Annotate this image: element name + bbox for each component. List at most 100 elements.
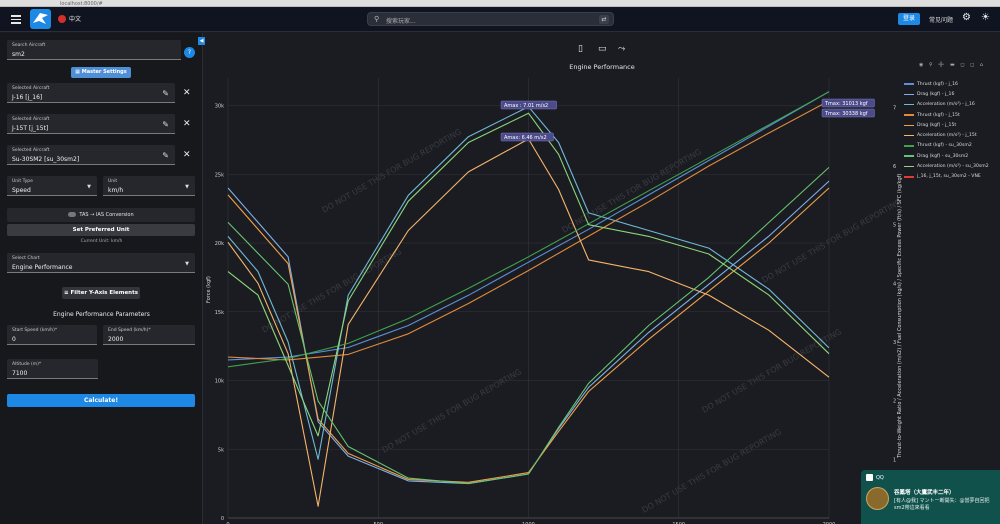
remove-aircraft-button[interactable]: ✕ [183,150,191,160]
watermark-text: DO NOT USE THIS FOR BUG REPORTING [321,127,464,214]
selected-aircraft-field[interactable]: Selected Aircraft Su-30SM2 [su_30sm2] ✎ [7,145,175,165]
y-tick-label: 30k [215,104,224,110]
qq-notification[interactable]: QQ 吞鳳塔（大鷹武丰二年） [有人@我] マントー断開失：@當夢自回把sm2帶… [861,470,1000,524]
selected-aircraft-field[interactable]: Selected Aircraft J-15T [j_15t] ✎ [7,114,175,134]
master-settings-label: Master Settings [81,69,127,75]
notification-sender: 吞鳳塔（大鷹武丰二年） [894,490,955,496]
y2-tick-label: 5 [893,223,896,229]
chart-select[interactable]: Select Chart Engine Performance ▼ [7,253,195,273]
legend-label: Thrust (kgf) - j_16 [917,81,958,87]
annotation-tmax-2: Tmax: 30338 kgf [824,111,868,117]
tas-ias-conversion-toggle[interactable]: TAS → IAS Conversion [7,208,195,222]
chevron-down-icon: ▼ [185,184,189,190]
legend-item[interactable]: Thrust (kgf) - j_15t [904,110,1000,120]
end-speed-input[interactable]: End Speed (km/h)* 2000 [103,325,195,345]
legend-label: Thrust (kgf) - su_30sm2 [917,143,972,149]
legend-item[interactable]: Drag (kgf) - j_16 [904,89,1000,99]
edit-icon[interactable]: ✎ [162,89,169,98]
legend-label: Acceleration (m/s²) - j_16 [917,102,975,108]
legend-item[interactable]: Drag (kgf) - su_30sm2 [904,151,1000,161]
filter-y-axis-button[interactable]: ≡ Filter Y-Axis Elements [62,287,140,299]
search-aircraft-label: Search Aircraft [12,43,46,48]
selected-aircraft-label: Selected Aircraft [12,117,50,122]
unit-type-label: Unit Type [12,179,33,184]
legend-swatch [904,134,914,137]
end-speed-value: 2000 [108,336,124,343]
legend-label: Thrust (kgf) - j_15t [917,112,960,118]
unit-select[interactable]: Unit km/h ▼ [103,176,195,196]
legend-item[interactable]: Acceleration (m/s²) - su_30sm2 [904,161,1000,171]
collapse-sidebar-icon[interactable]: ◀ [198,37,205,45]
edit-icon[interactable]: ✎ [162,151,169,160]
left-axis-label: Force (kgf) [206,276,212,303]
annotation-amax-j15t: Amax: 6.46 m/s2 [504,135,547,141]
selected-aircraft-label: Selected Aircraft [12,86,50,91]
y-tick-label: 10k [215,379,224,385]
current-unit-text: Current Unit: km/h [80,239,123,244]
app-logo[interactable] [30,9,51,29]
engine-performance-chart[interactable]: DO NOT USE THIS FOR BUG REPORTING DO NOT … [204,33,1000,524]
chart-select-label: Select Chart [12,256,40,261]
selected-aircraft-field[interactable]: Selected Aircraft J-16 [j_16] ✎ [7,83,175,103]
legend-label: Acceleration (m/s²) - su_30sm2 [917,164,989,170]
remove-aircraft-button[interactable]: ✕ [183,119,191,129]
chart-panel: ▯ ▭ ⤳ Engine Performance ◉ ⚲ ➕ ▬ ◻ ◻ ⌂ D… [204,33,1000,524]
selected-aircraft-value: J-16 [j_16] [12,94,43,101]
hamburger-menu-icon[interactable] [11,15,21,24]
search-icon: ⚲ [374,15,380,23]
search-filter-icon[interactable]: ⇄ [599,15,609,24]
calculate-button[interactable]: Calculate! [7,394,195,407]
legend-swatch [904,83,914,85]
y-tick-label: 25k [215,172,224,178]
language-label: 中文 [69,16,82,23]
theme-toggle-icon[interactable]: ☀ [981,12,990,23]
set-preferred-unit-button[interactable]: Set Preferred Unit [7,224,195,236]
remove-aircraft-button[interactable]: ✕ [183,88,191,98]
legend-item[interactable]: Acceleration (m/s²) - j_15t [904,130,1000,140]
chart-legend[interactable]: Thrust (kgf) - j_16 Drag (kgf) - j_16 Acce… [904,79,1000,182]
legend-item[interactable]: Acceleration (m/s²) - j_16 [904,100,1000,110]
start-speed-input[interactable]: Start Speed (km/h)* 0 [7,325,97,345]
legend-item[interactable]: Thrust (kgf) - j_16 [904,79,1000,89]
annotation-tmax-1: Tmax: 31013 kgf [824,101,868,107]
altitude-input[interactable]: Altitude (m)* 7100 [7,359,98,379]
legend-swatch [904,155,914,157]
legend-swatch [904,176,914,178]
y2-tick-label: 3 [893,340,896,346]
y2-tick-label: 7 [893,105,896,111]
legend-item[interactable]: Thrust (kgf) - su_30sm2 [904,141,1000,151]
unit-value: km/h [108,187,124,194]
player-search-input[interactable]: ⚲ 搜索玩家... ⇄ [367,12,614,26]
unit-label: Unit [108,179,118,184]
unit-type-select[interactable]: Unit Type Speed ▼ [7,176,97,196]
y-tick-label: 15k [215,310,224,316]
start-speed-value: 0 [12,336,16,343]
legend-swatch [904,124,914,127]
legend-item[interactable]: Drag (kgf) - j_15t [904,120,1000,130]
legend-swatch [904,103,914,106]
legend-item[interactable]: j_16, j_15t, su_30sm2 - VNE [904,172,1000,182]
y2-tick-label: 1 [893,457,896,463]
y2-tick-label: 4 [893,281,896,287]
avatar [866,487,889,510]
conversion-label: TAS → IAS Conversion [79,212,134,218]
login-button[interactable]: 登录 [898,13,920,25]
search-aircraft-field[interactable]: Search Aircraft sm2 [7,40,181,60]
legend-label: Drag (kgf) - j_15t [917,122,957,128]
help-icon[interactable]: ? [184,47,195,58]
legend-swatch [904,93,914,96]
edit-icon[interactable]: ✎ [162,120,169,129]
language-switch[interactable]: 中文 [58,14,81,23]
toggle-switch[interactable] [68,212,77,217]
altitude-label: Altitude (m)* [12,362,42,367]
gear-icon[interactable]: ⚙ [962,12,971,23]
legend-swatch [904,114,914,116]
faq-link[interactable]: 常见问题 [929,15,953,24]
selected-aircraft-value: Su-30SM2 [su_30sm2] [12,156,80,163]
search-placeholder: 搜索玩家... [386,18,416,25]
chevron-down-icon: ▼ [185,261,189,267]
watermark-text: DO NOT USE THIS FOR BUG REPORTING [641,427,784,514]
top-app-bar: 中文 ⚲ 搜索玩家... ⇄ 登录 常见问题 ⚙ ☀ [0,7,1000,32]
qq-app-name: QQ [876,474,884,481]
master-settings-button[interactable]: ▦ Master Settings [71,67,131,78]
